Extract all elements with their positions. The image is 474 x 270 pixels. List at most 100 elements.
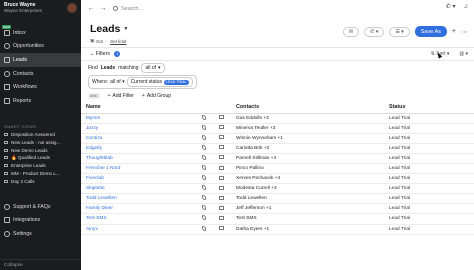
- sidebar-item-opportunities[interactable]: Opportunities: [0, 40, 81, 54]
- table-row[interactable]: Ainyx Datha Eyers +1 Lead Trial: [81, 224, 474, 235]
- email-icon[interactable]: [211, 143, 231, 154]
- smart-view-item[interactable]: Disposition Answered: [0, 131, 81, 139]
- more-options-icon[interactable]: ⋯: [461, 28, 468, 36]
- phone-icon[interactable]: [197, 113, 211, 124]
- smart-view-item[interactable]: Enterprise Leads: [0, 162, 81, 170]
- search-input[interactable]: Search...: [113, 6, 143, 12]
- sidebar-item-settings[interactable]: Settings: [0, 227, 81, 241]
- avatar[interactable]: [67, 3, 77, 13]
- lead-name-link[interactable]: Todd Lewellen: [81, 193, 197, 205]
- email-icon[interactable]: [211, 153, 231, 164]
- lead-name-link[interactable]: Test SMS: [81, 213, 197, 225]
- email-icon[interactable]: [211, 113, 231, 124]
- sidebar-item-leads[interactable]: Leads: [0, 53, 81, 67]
- smart-view-item[interactable]: MM - Product Demo L...: [0, 170, 81, 178]
- table-row[interactable]: Test SMS Test SMS Lead Trial: [81, 213, 474, 225]
- smart-view-item[interactable]: New Leads - not assig...: [0, 138, 81, 146]
- email-icon[interactable]: [211, 133, 231, 144]
- phone-icon[interactable]: [197, 173, 211, 185]
- match-scope-select[interactable]: all of ▾: [141, 63, 165, 73]
- lead-name-link[interactable]: Thoughtblab: [81, 153, 197, 164]
- phone-icon[interactable]: [197, 153, 211, 164]
- column-header-status[interactable]: Status: [384, 102, 474, 114]
- sidebar-item-workflows[interactable]: Workflows: [0, 80, 81, 94]
- save-as-button[interactable]: Save As: [414, 26, 447, 37]
- phone-icon[interactable]: [197, 213, 211, 225]
- smart-view-item[interactable]: New Demo Leads: [0, 146, 81, 154]
- sidebar-item-contacts[interactable]: Contacts: [0, 67, 81, 81]
- top-bar: ← → Search... ✆ ▾ ♫: [81, 0, 474, 17]
- status-cell: Lead Trial: [384, 113, 474, 124]
- table-row[interactable]: Todd Lewellen Todd Lewellen Lead Trial: [81, 193, 474, 205]
- lead-name-link[interactable]: Centizu: [81, 133, 197, 144]
- table-row[interactable]: Skiptube Modesta Currell +3 Lead Trial: [81, 183, 474, 195]
- lead-name-link[interactable]: Fiveclub: [81, 173, 197, 185]
- sidebar: Bruce Wayne Wayne Enterprises NEW Inbox …: [0, 0, 81, 270]
- phone-icon[interactable]: [197, 203, 211, 215]
- phone-icon[interactable]: [197, 224, 211, 235]
- bulk-actions-button[interactable]: ☰ ▾: [389, 26, 410, 37]
- sidebar-bottom-nav: Support & FAQs Integrations Settings: [0, 200, 81, 241]
- email-icon[interactable]: [211, 203, 231, 215]
- email-icon[interactable]: [211, 193, 231, 205]
- email-icon[interactable]: [211, 163, 231, 175]
- columns-view-icon[interactable]: ▥ ▾: [459, 51, 468, 57]
- lead-name-link[interactable]: Family Diner: [81, 203, 197, 215]
- status-filter-chip[interactable]: Current status LEAD TRIAL: [126, 77, 193, 87]
- top-bar-actions: ✆ ▾ ♫: [446, 3, 469, 11]
- smart-view-item[interactable]: Day 2 Calls: [0, 177, 81, 185]
- find-matching: matching: [118, 65, 139, 71]
- sidebar-item-inbox[interactable]: NEW Inbox: [0, 25, 81, 40]
- collapse-sidebar-button[interactable]: Collapse: [0, 259, 81, 270]
- back-arrow-icon[interactable]: ←: [85, 4, 97, 14]
- phone-icon[interactable]: [197, 123, 211, 134]
- add-filter-button[interactable]: + Add Filter: [108, 93, 134, 99]
- sidebar-item-support[interactable]: Support & FAQs: [0, 200, 81, 214]
- collapse-label: Collapse: [4, 262, 23, 268]
- lead-name-link[interactable]: Edgeify: [81, 143, 197, 154]
- add-icon[interactable]: +: [452, 28, 456, 35]
- phone-menu-icon[interactable]: ✆ ▾: [446, 3, 456, 10]
- table-row[interactable]: Edgeify Cariotta Brik +2 Lead Trial: [81, 143, 474, 154]
- where-group: Where: all of ▾ Current status LEAD TRIA…: [88, 75, 197, 89]
- phone-icon[interactable]: [197, 143, 211, 154]
- smart-view-item[interactable]: 🔥 Qualified Leads: [0, 154, 81, 162]
- sidebar-item-reports[interactable]: Reports: [0, 94, 81, 108]
- table-row[interactable]: Mymm Gus Eddolls +3 Lead Trial: [81, 113, 474, 124]
- sidebar-item-integrations[interactable]: Integrations: [0, 214, 81, 228]
- call-menu-button[interactable]: ✆ ▾: [364, 26, 385, 37]
- phone-icon[interactable]: [197, 163, 211, 175]
- table-row[interactable]: Family Diner Jeff Jefferson +1 Lead Trial: [81, 203, 474, 215]
- forward-arrow-icon[interactable]: →: [97, 4, 109, 14]
- email-icon[interactable]: [211, 183, 231, 195]
- column-header-contacts[interactable]: Contacts: [231, 102, 384, 114]
- filters-toggle[interactable]: ⌄ Filters 1: [90, 51, 121, 57]
- set-limit-link[interactable]: Set limit: [110, 39, 126, 44]
- and-operator[interactable]: AND: [88, 92, 100, 99]
- lead-name-link[interactable]: Ainyx: [81, 224, 197, 235]
- table-row[interactable]: Fiveclub Xerxes Pechacek +4 Lead Trial: [81, 173, 474, 185]
- phone-icon[interactable]: [197, 193, 211, 205]
- table-row[interactable]: Frenchie 1 Nord Pinco Pallino Lead Trial: [81, 163, 474, 175]
- email-bulk-button[interactable]: ✉: [343, 26, 360, 37]
- lead-name-link[interactable]: Jazzy: [81, 123, 197, 134]
- sidebar-item-label: Reports: [13, 97, 32, 104]
- email-icon[interactable]: [211, 224, 231, 235]
- email-icon[interactable]: [211, 213, 231, 225]
- where-scope-select[interactable]: all of ▾: [110, 79, 124, 85]
- column-header-name[interactable]: Name: [81, 102, 197, 114]
- user-menu[interactable]: Bruce Wayne Wayne Enterprises: [0, 0, 81, 18]
- table-row[interactable]: Centizu Winnie Wynneham +1 Lead Trial: [81, 133, 474, 144]
- table-row[interactable]: Thoughtblab Parnell Stillman +4 Lead Trial: [81, 153, 474, 164]
- email-icon[interactable]: [211, 173, 231, 185]
- table-row[interactable]: Jazzy Minerva Teuller +3 Lead Trial: [81, 123, 474, 134]
- lead-name-link[interactable]: Mymm: [81, 113, 197, 124]
- workflows-icon: [4, 84, 10, 91]
- notifications-icon[interactable]: ♫: [464, 4, 469, 10]
- phone-icon[interactable]: [197, 183, 211, 195]
- lead-name-link[interactable]: Frenchie 1 Nord: [81, 163, 197, 175]
- lead-name-link[interactable]: Skiptube: [81, 183, 197, 195]
- add-group-button[interactable]: + Add Group: [142, 93, 171, 99]
- email-icon[interactable]: [211, 123, 231, 134]
- phone-icon[interactable]: [197, 133, 211, 144]
